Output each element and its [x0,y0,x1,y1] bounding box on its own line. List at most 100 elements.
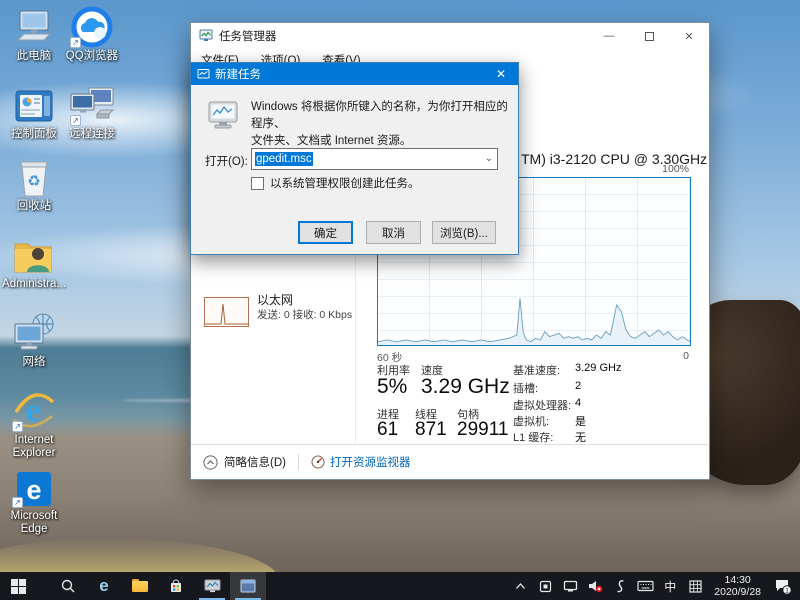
ime-mode-grid-icon[interactable] [685,572,705,600]
combo-dropdown-icon[interactable]: ⌄ [485,153,493,164]
desktop-icon-network[interactable]: 网络 [2,312,66,369]
minimize-button[interactable]: — [589,23,629,49]
hidden-icons-chevron[interactable] [510,572,530,600]
remote-connection-icon: ↗ [60,84,124,126]
shortcut-arrow-badge: ↗ [70,37,81,48]
ethernet-mini-graph [204,297,249,327]
ime-text: 中 [664,578,676,595]
cancel-button[interactable]: 取消 [366,221,421,244]
usage-value: 5% [377,375,407,399]
dialog-close-button[interactable]: ✕ [484,63,518,85]
ok-button[interactable]: 确定 [298,221,353,244]
svg-text:♻: ♻ [27,173,40,190]
taskbar-clock[interactable]: 14:30 2020/9/28 [710,574,765,598]
action-center-icon: 1 [774,578,792,595]
run-dialog-icon [207,101,241,136]
control-panel-icon [2,84,66,126]
sockets-value: 2 [575,380,581,392]
threads-value: 871 [415,419,447,441]
dialog-message: Windows 将根据你所键入的名称，为你打开相应的程序、 文件夹、文档或 In… [251,99,518,150]
desktop-icon-label: 网络 [2,356,66,369]
desktop-icon-label: QQ浏览器 [60,50,124,63]
desktop-icon-remote[interactable]: ↗ 远程连接 [60,84,124,141]
taskbar: e [0,572,800,600]
x-axis-right-label: 0 [683,350,689,362]
shortcut-arrow-badge: ↗ [70,115,81,126]
volume-muted-icon[interactable] [585,572,605,600]
fewer-details-label: 简略信息(D) [224,454,286,470]
maximize-button[interactable] [629,23,669,49]
admin-privileges-label: 以系统管理权限创建此任务。 [270,175,420,191]
open-command-input[interactable]: gpedit.msc ⌄ [251,148,498,170]
task-manager-titlebar[interactable]: 任务管理器 — ✕ [191,23,709,49]
admin-privileges-checkbox[interactable] [251,177,264,190]
task-manager-taskbar-icon [204,579,221,594]
store-icon [168,578,184,594]
internet-explorer-icon: e ↗ [2,390,66,432]
active-window-icon [240,579,256,593]
dialog-app-icon [197,68,210,81]
start-button[interactable] [0,572,36,600]
open-resource-monitor-link[interactable]: 打开资源监视器 [311,454,411,470]
l1-cache-value: 无 [575,429,586,445]
taskbar-active-window-button[interactable] [230,572,266,600]
svg-text:e: e [26,475,41,505]
ethernet-stats: 发送: 0 接收: 0 Kbps [257,307,352,322]
desktop-icon-label: 回收站 [2,200,66,213]
chevron-up-circle-icon [203,455,218,470]
system-tray: 中 14:30 2020/9/28 1 [510,572,796,600]
close-button[interactable]: ✕ [669,23,709,49]
clock-date: 2020/9/28 [714,586,761,598]
clock-time: 14:30 [714,574,761,586]
recycle-bin-icon: ♻ [2,156,66,198]
open-command-value: gpedit.msc [255,152,313,166]
open-field-label: 打开(O): [205,153,248,169]
ime-language-indicator[interactable]: 中 [660,572,680,600]
touch-keyboard-icon[interactable] [635,572,655,600]
l1-cache-label: L1 缓存: [513,429,553,445]
ethernet-label: 以太网 [257,291,293,308]
speed-value: 3.29 GHz [421,375,510,399]
virtual-machine-value: 是 [575,413,586,429]
input-tool-hook-icon[interactable] [610,572,630,600]
desktop-icon-qq-browser[interactable]: ↗ QQ浏览器 [60,6,124,63]
tray-app-icon[interactable] [535,572,555,600]
taskbar-file-explorer-button[interactable] [122,572,158,600]
taskbar-edge-button[interactable]: e [86,572,122,600]
action-center-button[interactable]: 1 [770,572,796,600]
desktop-icon-label: Administra... [2,278,66,291]
sockets-label: 插槽: [513,380,538,396]
base-speed-label: 基准速度: [513,362,560,378]
search-button[interactable] [50,572,86,600]
desktop-icon-label: 远程连接 [60,128,124,141]
desktop-icon-recycle-bin[interactable]: ♻ 回收站 [2,156,66,213]
desktop-icon-this-pc[interactable]: 此电脑 [2,6,66,63]
this-pc-icon [2,6,66,48]
window-title: 任务管理器 [219,28,277,44]
dialog-message-line1: Windows 将根据你所键入的名称，为你打开相应的程序、 [251,99,518,133]
network-icon [2,312,66,354]
virtual-processors-label: 虚拟处理器: [513,397,571,413]
taskbar-task-manager-button[interactable] [194,572,230,600]
edge-icon: e [99,576,108,596]
desktop-icon-internet-explorer[interactable]: e ↗ Internet Explorer [2,390,66,460]
desktop-icon-microsoft-edge[interactable]: e ↗ Microsoft Edge [2,466,66,536]
desktop-icon-control-panel[interactable]: 控制面板 [2,84,66,141]
dialog-title: 新建任务 [215,66,484,82]
qq-browser-icon: ↗ [60,6,124,48]
search-icon [60,578,76,594]
user-folder-icon [2,234,66,276]
screen: 此电脑 ↗ QQ浏览器 控制面板 [0,0,800,600]
network-status-icon[interactable] [560,572,580,600]
dialog-titlebar[interactable]: 新建任务 ✕ [191,63,518,85]
browse-button[interactable]: 浏览(B)... [432,221,496,244]
virtual-machine-label: 虚拟机: [513,413,549,429]
fewer-details-toggle[interactable]: 简略信息(D) [203,454,286,470]
taskbar-store-button[interactable] [158,572,194,600]
admin-privileges-row[interactable]: 以系统管理权限创建此任务。 [251,175,420,191]
microsoft-edge-icon: e ↗ [2,466,66,508]
desktop-icon-user-folder[interactable]: Administra... [2,234,66,291]
resource-monitor-label: 打开资源监视器 [330,454,411,470]
processes-value: 61 [377,419,398,441]
new-task-dialog: 新建任务 ✕ Windows 将根据你所键入的名称，为你打开相应的程序、 文件夹… [190,62,519,255]
